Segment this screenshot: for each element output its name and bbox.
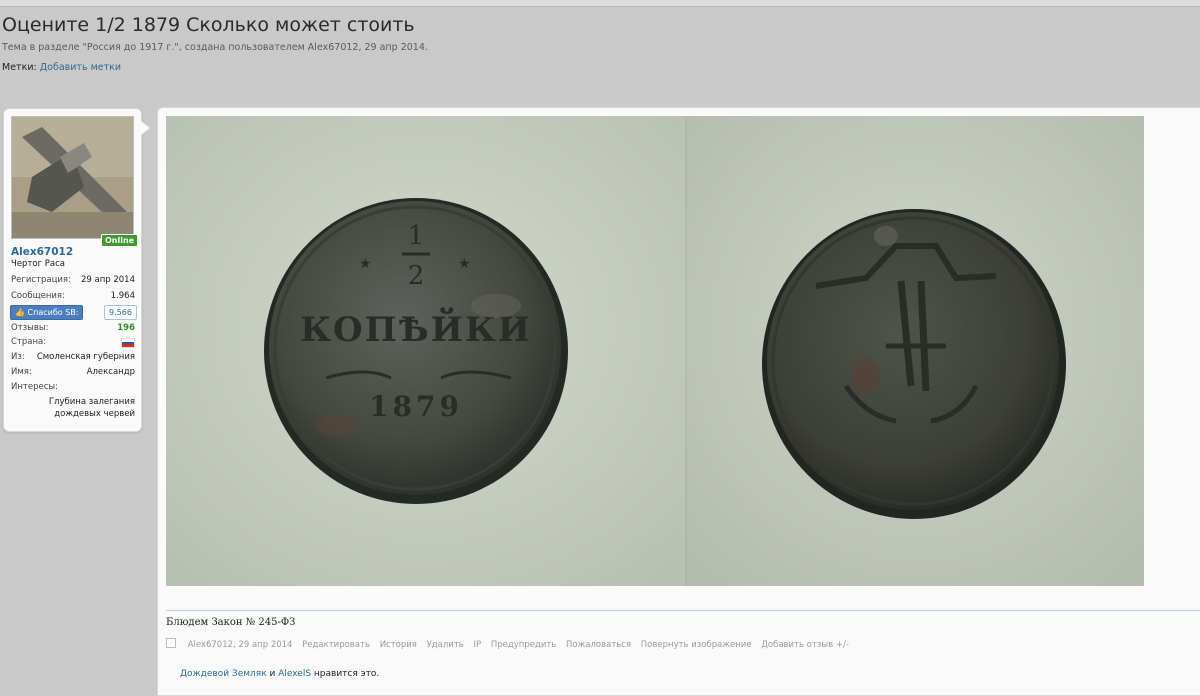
svg-text:★: ★ (458, 256, 471, 272)
panel-pointer (141, 121, 150, 135)
top-bar (0, 0, 1200, 7)
country-row: Страна: (11, 337, 135, 348)
interests-row: Интересы: (11, 382, 135, 392)
reviews-row: Отзывы: 196 (11, 323, 135, 333)
signature-divider (166, 610, 1200, 611)
thread-subtitle: Тема в разделе "Россия до 1917 г.", созд… (2, 42, 428, 53)
name-row: Имя: Александр (11, 367, 135, 377)
username-link[interactable]: Alex67012 (11, 246, 73, 258)
reviews-label: Отзывы: (11, 323, 49, 333)
coin-obverse: 1 2 КОПѢЙКИ ★ ★ 1879 (264, 198, 568, 504)
svg-text:1: 1 (408, 221, 425, 251)
coin-photo-image: 1 2 КОПѢЙКИ ★ ★ 1879 (166, 116, 1144, 586)
user-title: Чертог Раса (11, 259, 65, 269)
name-label: Имя: (11, 367, 32, 377)
ip-link[interactable]: IP (474, 640, 482, 650)
signature-text: Блюдем Закон № 245-ФЗ (166, 617, 296, 628)
thumbs-up-icon: 👍 (15, 308, 25, 317)
likes-suffix: нравится это. (311, 669, 380, 679)
reviews-value[interactable]: 196 (117, 323, 135, 333)
tags-label: Метки: (2, 62, 37, 73)
interests-label: Интересы: (11, 382, 58, 392)
messages-value[interactable]: 1.964 (111, 291, 135, 301)
edit-link[interactable]: Редактировать (302, 640, 370, 650)
rotate-image-link[interactable]: Повернуть изображение (641, 640, 752, 650)
russia-flag-icon (121, 338, 135, 348)
from-label: Из: (11, 352, 25, 362)
report-link[interactable]: Пожаловаться (566, 640, 631, 650)
svg-text:★: ★ (359, 256, 372, 272)
online-badge: Online (101, 234, 139, 247)
select-post-checkbox[interactable] (166, 638, 176, 648)
from-value: Смоленская губерния (36, 352, 135, 362)
svg-text:2: 2 (408, 261, 425, 291)
coin-photo[interactable]: 1 2 КОПѢЙКИ ★ ★ 1879 (166, 116, 1144, 586)
like-user-link[interactable]: AlexelS (278, 669, 311, 679)
likes-and: и (266, 669, 279, 679)
name-value: Александр (86, 367, 135, 377)
add-tags-link[interactable]: Добавить метки (40, 62, 121, 73)
post-container: 1 2 КОПѢЙКИ ★ ★ 1879 Блюдем Закон № 245-… (157, 107, 1200, 696)
user-panel: Online Alex67012 Чертог Раса Регистрация… (3, 108, 150, 432)
messages-label: Сообщения: (11, 291, 65, 301)
likes-summary: Дождевой Земляк и AlexelS нравится это. (180, 669, 379, 679)
tags-row: Метки: Добавить метки (2, 62, 121, 73)
post-author-date[interactable]: Alex67012, 29 апр 2014 (188, 640, 293, 650)
thanks-button[interactable]: 👍 Спасибо SB: (10, 305, 84, 320)
registration-value: 29 апр 2014 (80, 275, 135, 285)
avatar-image (12, 117, 133, 238)
like-user-link[interactable]: Дождевой Земляк (180, 669, 267, 679)
messages-row: Сообщения: 1.964 (11, 291, 135, 301)
history-link[interactable]: История (380, 640, 417, 650)
from-row: Из: Смоленская губерния (11, 352, 135, 362)
interests-value: Глубина залегания дождевых червей (48, 397, 135, 419)
registration-row: Регистрация: 29 апр 2014 (11, 275, 135, 285)
registration-label: Регистрация: (11, 275, 71, 285)
svg-text:1879: 1879 (369, 390, 463, 423)
post-actions: Alex67012, 29 апр 2014 Редактировать Ист… (166, 638, 856, 650)
coin-reverse (762, 209, 1066, 519)
page-title: Оцените 1/2 1879 Сколько может стоить (2, 14, 415, 36)
thanks-label: Спасибо SB: (27, 308, 79, 317)
country-label: Страна: (11, 337, 47, 347)
delete-link[interactable]: Удалить (427, 640, 464, 650)
warn-link[interactable]: Предупредить (491, 640, 556, 650)
avatar[interactable] (11, 116, 134, 239)
add-review-link[interactable]: Добавить отзыв +/- (761, 640, 849, 650)
thanks-count: 9.566 (104, 305, 137, 320)
